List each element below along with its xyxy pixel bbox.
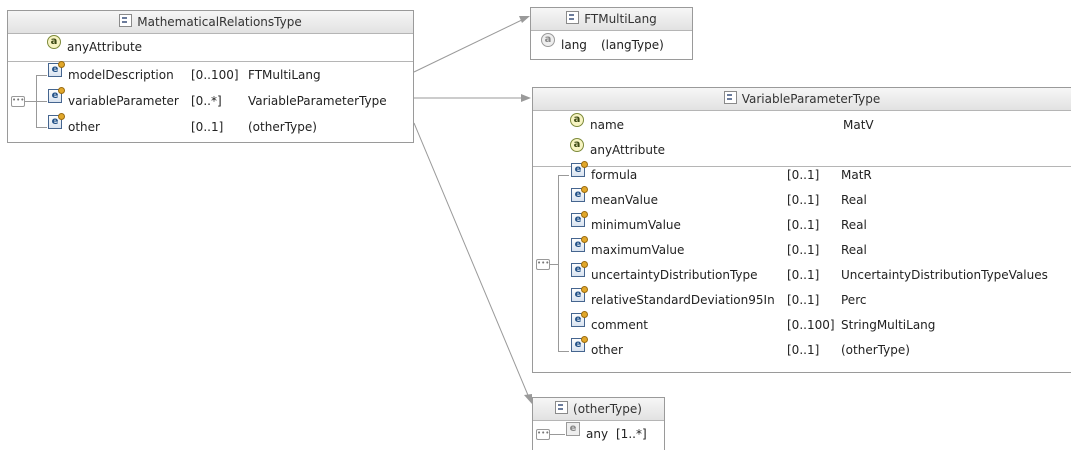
mathematical-relations-type-box[interactable]: MathematicalRelationsType a anyAttribute…	[7, 10, 414, 143]
element-name: minimumValue	[591, 218, 681, 232]
box-title: FTMultiLang	[584, 12, 657, 26]
bracket-tick	[36, 101, 47, 102]
box-title: (otherType)	[573, 402, 642, 416]
variable-parameter-type-box[interactable]: VariableParameterType a name MatV a anyA…	[532, 87, 1071, 373]
element-row-uncertaintydistributiontype[interactable]: e uncertaintyDistributionType [0..1] Unc…	[571, 261, 1071, 288]
element-row-maximumvalue[interactable]: e maximumValue [0..1] Real	[571, 236, 1071, 263]
sequence-compositor-icon[interactable]: •••	[536, 259, 550, 270]
element-type: FTMultiLang	[248, 68, 321, 82]
element-cardinality: [0..1]	[787, 268, 820, 282]
element-cardinality: [1..*]	[616, 427, 647, 441]
element-name: formula	[591, 168, 638, 182]
box-title: MathematicalRelationsType	[137, 15, 302, 29]
attribute-name: name	[590, 118, 625, 132]
element-type: StringMultiLang	[841, 318, 936, 332]
attribute-type: (langType)	[601, 38, 664, 52]
element-type: UncertaintyDistributionTypeValues	[841, 268, 1048, 282]
element-row-comment[interactable]: e comment [0..100] StringMultiLang	[571, 311, 1071, 338]
attribute-row-name[interactable]: a name MatV	[570, 113, 1070, 138]
sequence-compositor-icon[interactable]: •••	[536, 429, 550, 440]
element-type: Real	[841, 218, 867, 232]
elements-section: ••• e formula [0..1] MatR e meanValue [0…	[533, 161, 1071, 375]
attribute-name: anyAttribute	[590, 143, 666, 157]
element-name: modelDescription	[68, 68, 174, 82]
element-row-variableparameter[interactable]: e variableParameter [0..*] VariableParam…	[48, 87, 408, 114]
attributes-section: a anyAttribute	[8, 34, 413, 62]
connector-stub	[25, 101, 36, 102]
attribute-name: lang	[561, 38, 587, 52]
connector-modeldescription-ftmultilang	[413, 16, 529, 73]
element-cardinality: [0..1]	[787, 243, 820, 257]
complex-type-icon	[119, 14, 133, 27]
box-title: VariableParameterType	[741, 92, 881, 106]
element-row-other[interactable]: e other [0..1] (otherType)	[48, 113, 408, 140]
bracket-tick	[558, 351, 569, 352]
element-row-any[interactable]: e any [1..*]	[566, 422, 666, 447]
attribute-name: anyAttribute	[67, 40, 143, 54]
attributes-section: a name MatV a anyAttribute	[533, 111, 1071, 167]
element-row-formula[interactable]: e formula [0..1] MatR	[571, 161, 1071, 188]
element-type: VariableParameterType	[248, 94, 387, 108]
arrowhead-othertype	[524, 394, 532, 404]
element-type: Real	[841, 193, 867, 207]
element-type: Real	[841, 243, 867, 257]
complex-type-icon	[566, 11, 580, 24]
element-name: maximumValue	[591, 243, 685, 257]
arrowhead-ftmultilang	[519, 16, 530, 23]
other-type-header[interactable]: (otherType)	[533, 398, 664, 421]
element-name: meanValue	[591, 193, 658, 207]
element-name: other	[68, 120, 100, 134]
connector-other-othertype	[413, 122, 531, 401]
element-row-other[interactable]: e other [0..1] (otherType)	[571, 336, 1071, 363]
complex-type-icon	[723, 91, 737, 104]
element-type: (otherType)	[841, 343, 910, 357]
element-type: (otherType)	[248, 120, 317, 134]
element-cardinality: [0..1]	[191, 120, 224, 134]
sequence-compositor-icon[interactable]: •••	[11, 96, 25, 107]
element-row-meanvalue[interactable]: e meanValue [0..1] Real	[571, 186, 1071, 213]
elements-section: ••• e modelDescription [0..100] FTMultiL…	[8, 61, 413, 144]
connector-stub	[550, 434, 565, 435]
element-cardinality: [0..1]	[787, 218, 820, 232]
element-cardinality: [0..100]	[191, 68, 239, 82]
element-name: any	[586, 427, 609, 441]
element-type: Perc	[841, 293, 867, 307]
elements-section: ••• e any [1..*]	[533, 421, 664, 451]
ft-multi-lang-box[interactable]: FTMultiLang a lang (langType)	[530, 7, 693, 60]
arrowhead-variableparametertype	[521, 94, 531, 102]
complex-type-icon	[555, 401, 569, 414]
element-name: relativeStandardDeviation95In	[591, 293, 775, 307]
bracket-tick	[36, 75, 47, 76]
element-cardinality: [0..1]	[787, 293, 820, 307]
element-name: uncertaintyDistributionType	[591, 268, 758, 282]
element-row-modeldescription[interactable]: e modelDescription [0..100] FTMultiLang	[48, 61, 408, 88]
element-row-relativestandarddeviation95in[interactable]: e relativeStandardDeviation95In [0..1] P…	[571, 286, 1071, 313]
element-name: comment	[591, 318, 649, 332]
element-name: variableParameter	[68, 94, 179, 108]
element-cardinality: [0..1]	[787, 193, 820, 207]
element-row-minimumvalue[interactable]: e minimumValue [0..1] Real	[571, 211, 1071, 238]
element-cardinality: [0..1]	[787, 343, 820, 357]
sequence-bracket	[558, 175, 559, 351]
variable-parameter-type-header[interactable]: VariableParameterType	[533, 88, 1071, 111]
ft-multi-lang-header[interactable]: FTMultiLang	[531, 8, 692, 31]
bracket-tick	[36, 127, 47, 128]
mathematical-relations-type-header[interactable]: MathematicalRelationsType	[8, 11, 413, 34]
bracket-tick	[558, 175, 569, 176]
element-cardinality: [0..1]	[787, 168, 820, 182]
connector-stub	[550, 264, 558, 265]
other-type-box[interactable]: (otherType) ••• e any [1..*]	[532, 397, 665, 450]
element-name: other	[591, 343, 623, 357]
element-cardinality: [0..100]	[787, 318, 835, 332]
element-type: MatR	[841, 168, 872, 182]
attribute-type: MatV	[843, 118, 874, 132]
element-cardinality: [0..*]	[191, 94, 222, 108]
attribute-row-anyattribute[interactable]: a anyAttribute	[570, 138, 1070, 163]
attributes-section: a lang (langType)	[531, 31, 692, 60]
